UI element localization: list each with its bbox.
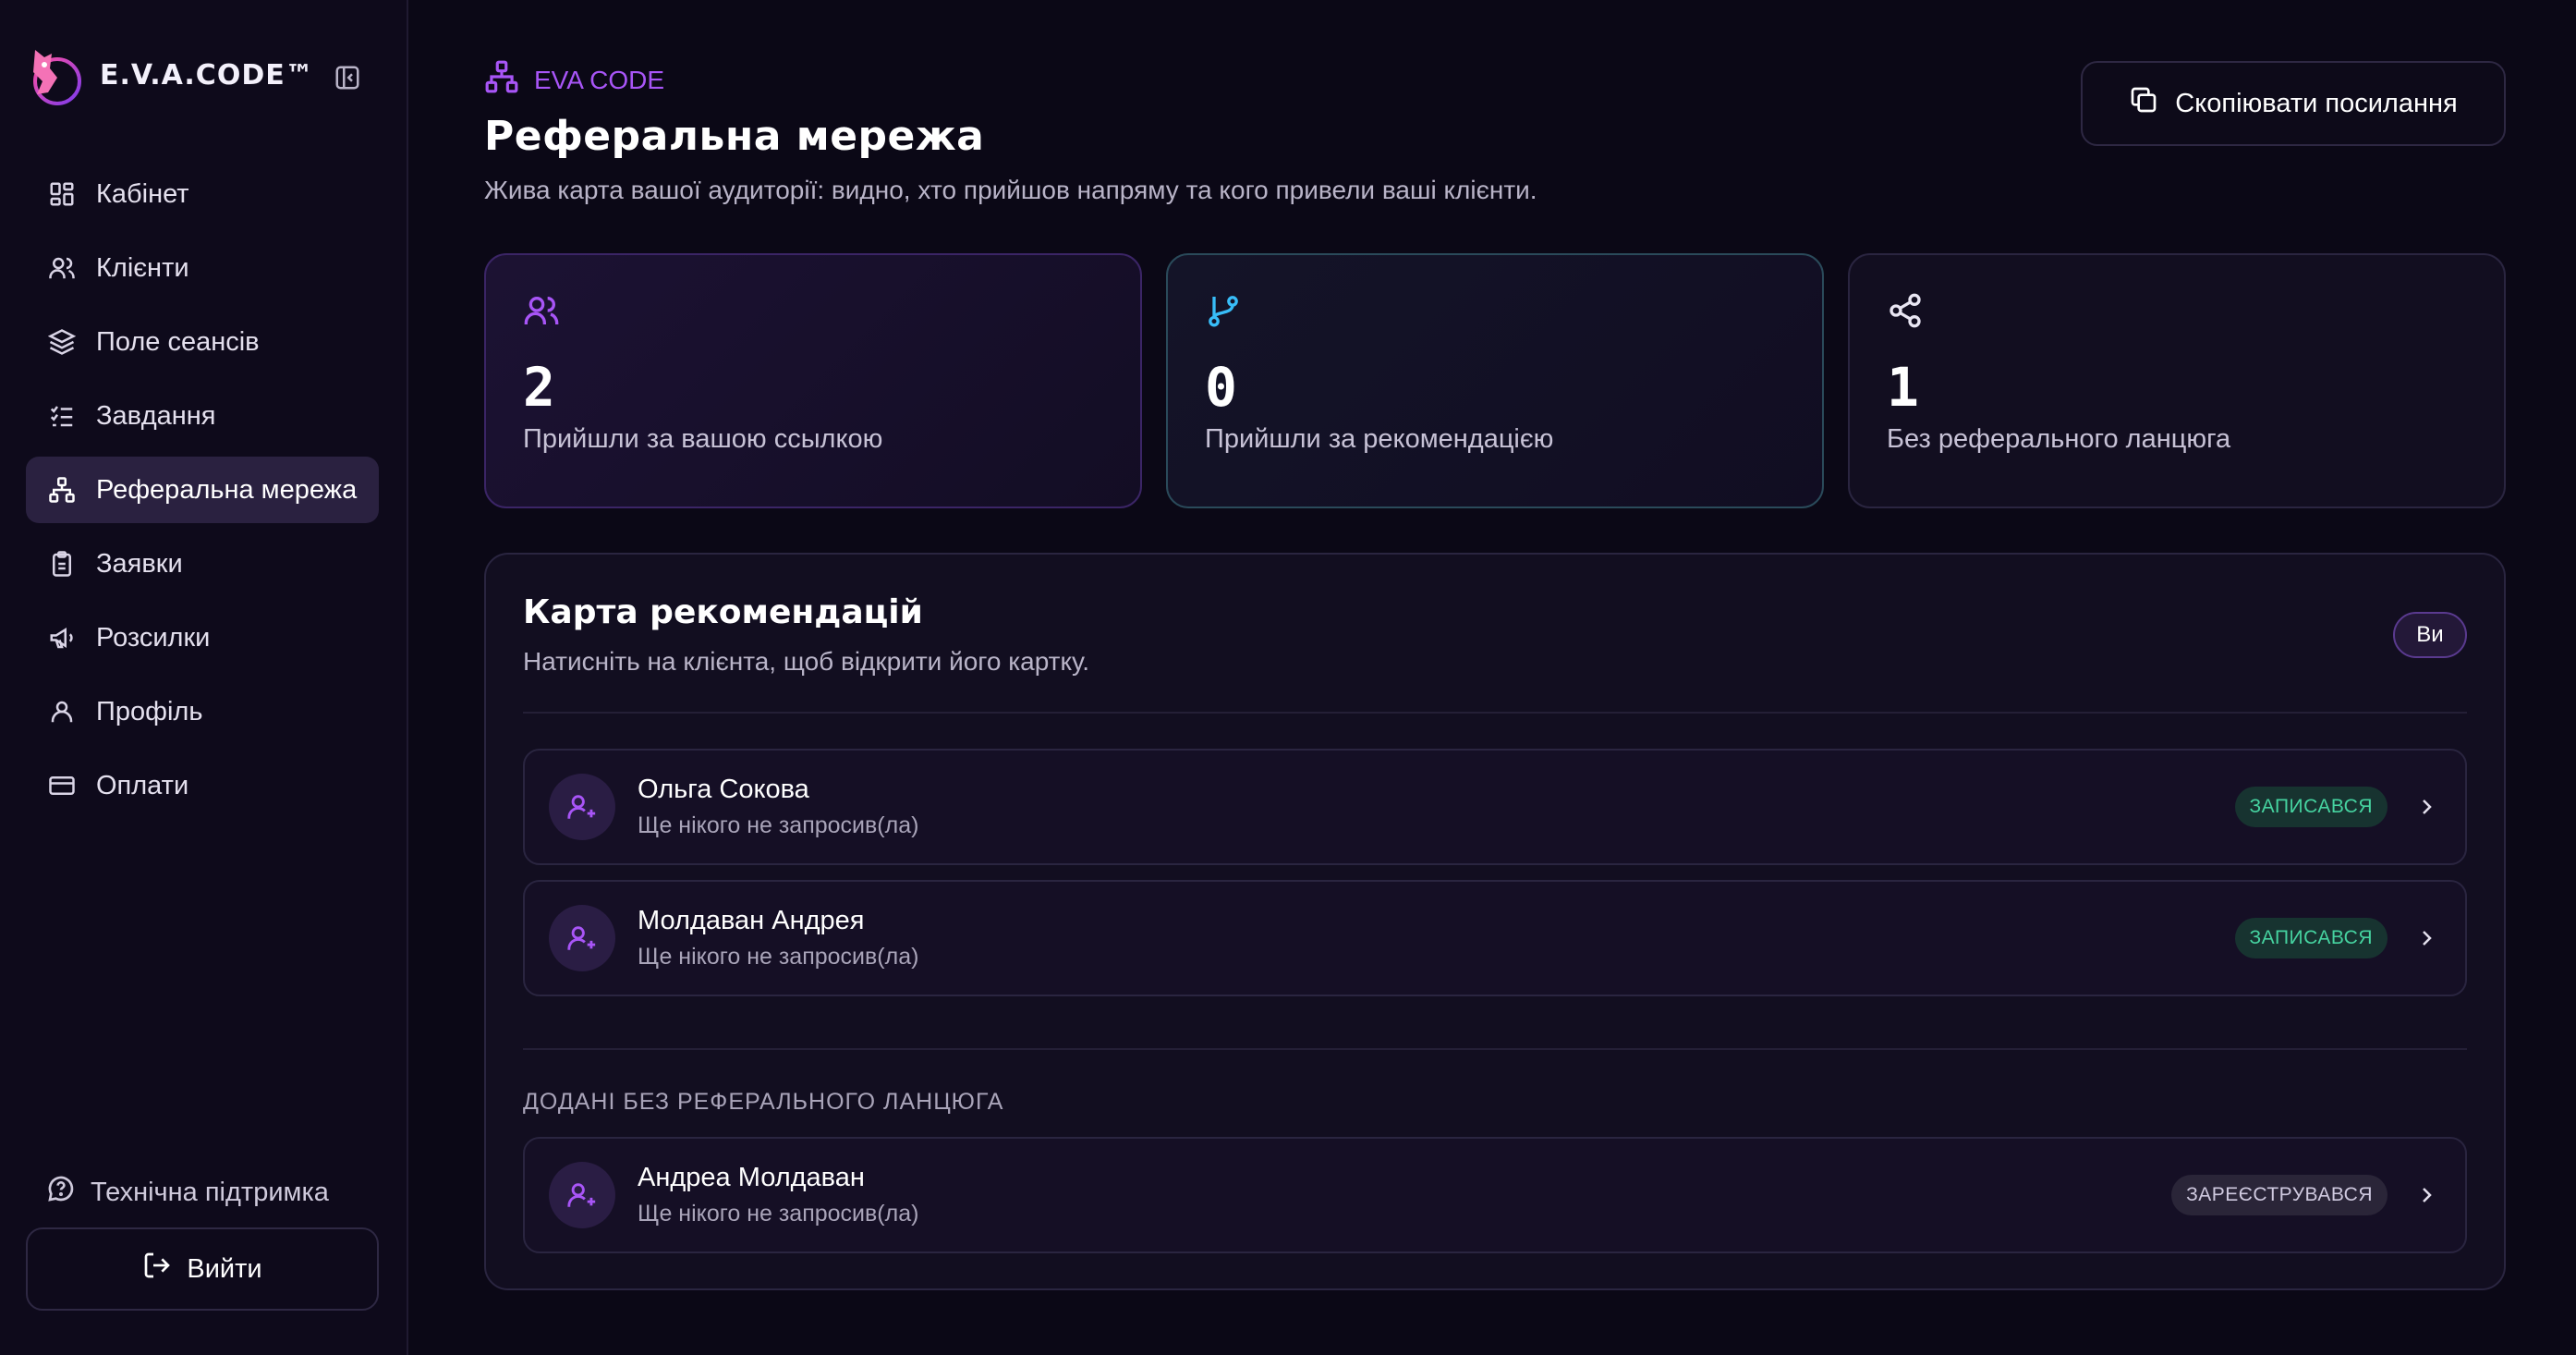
support-link[interactable]: Технічна підтримка <box>46 1174 329 1211</box>
map-title: Карта рекомендацій <box>523 593 923 631</box>
sidebar-item-referral-network[interactable]: Реферальна мережа <box>26 457 379 523</box>
logout-label: Вийти <box>187 1253 262 1284</box>
sidebar-collapse-icon <box>335 66 359 90</box>
status-badge: ЗАПИСАВСЯ <box>2234 918 2388 958</box>
client-note: Ще нікого не запросив(ла) <box>638 812 919 838</box>
logout-button[interactable]: Вийти <box>26 1227 379 1311</box>
clipboard-icon <box>46 548 78 580</box>
network-icon <box>46 474 78 506</box>
sidebar-item-label: Поле сеансів <box>96 326 260 357</box>
avatar <box>549 774 615 840</box>
credit-card-icon <box>46 770 78 801</box>
stat-value: 1 <box>1887 356 1919 419</box>
avatar <box>549 905 615 971</box>
megaphone-icon <box>46 622 78 653</box>
client-note: Ще нікого не запросив(ла) <box>638 1201 919 1227</box>
sidebar-item-clients[interactable]: Клієнти <box>26 235 379 301</box>
client-name: Молдаван Андрея <box>638 906 865 935</box>
brand-name: E.V.A.CODE™ <box>100 58 314 92</box>
sidebar-item-requests[interactable]: Заявки <box>26 531 379 597</box>
sidebar-item-label: Розсилки <box>96 622 211 653</box>
sidebar-item-label: Заявки <box>96 548 183 579</box>
sidebar-item-label: Завдання <box>96 400 216 431</box>
chevron-right-icon[interactable] <box>2413 794 2439 820</box>
no-chain-section-label: ДОДАНІ БЕЗ РЕФЕРАЛЬНОГО ЛАНЦЮГА <box>523 1089 1004 1115</box>
stat-card-recommendation: 0 Прийшли за рекомендацією <box>1166 253 1824 508</box>
user-icon <box>46 696 78 727</box>
collapse-sidebar-button[interactable] <box>331 61 364 94</box>
status-badge: ЗАПИСАВСЯ <box>2234 787 2388 827</box>
copy-link-button[interactable]: Скопіювати посилання <box>2081 61 2506 146</box>
sidebar-item-label: Оплати <box>96 770 189 800</box>
client-row[interactable]: Андреа Молдаван Ще нікого не запросив(ла… <box>523 1137 2467 1253</box>
layers-icon <box>46 326 78 358</box>
stats-cards: 2 Прийшли за вашою ссылкою 0 Прийшли за … <box>484 253 2506 508</box>
divider <box>523 1048 2467 1050</box>
users-icon <box>524 297 559 324</box>
network-icon <box>484 59 519 101</box>
stat-card-no-chain: 1 Без реферального ланцюга <box>1848 253 2506 508</box>
stat-label: Прийшли за вашою ссылкою <box>523 424 883 454</box>
stat-value: 2 <box>523 356 555 419</box>
client-name: Ольга Сокова <box>638 775 809 804</box>
logout-icon <box>142 1251 172 1288</box>
stat-value: 0 <box>1205 356 1237 419</box>
sidebar-item-cabinet[interactable]: Кабінет <box>26 161 379 227</box>
status-badge: ЗАРЕЄСТРУВАВСЯ <box>2171 1175 2388 1215</box>
sidebar-item-label: Клієнти <box>96 252 189 283</box>
sidebar-item-label: Реферальна мережа <box>96 474 358 505</box>
sidebar-item-tasks[interactable]: Завдання <box>26 383 379 449</box>
client-name: Андреа Молдаван <box>638 1163 865 1192</box>
avatar <box>549 1162 615 1228</box>
git-branch-icon <box>1209 296 1238 327</box>
client-row[interactable]: Ольга Сокова Ще нікого не запросив(ла) З… <box>523 749 2467 865</box>
client-note: Ще нікого не запросив(ла) <box>638 944 919 970</box>
brand[interactable]: E.V.A.CODE™ <box>26 41 314 109</box>
sidebar-nav: Кабінет Клієнти Поле сеансів Завдання Ре… <box>26 161 379 826</box>
sidebar-item-profile[interactable]: Профіль <box>26 678 379 745</box>
page-title: Реферальна мережа <box>484 113 985 160</box>
client-row[interactable]: Молдаван Андрея Ще нікого не запросив(ла… <box>523 880 2467 996</box>
users-icon <box>46 252 78 284</box>
referral-map: Карта рекомендацій Натисніть на клієнта,… <box>484 553 2506 1290</box>
map-subtitle: Натисніть на клієнта, щоб відкрити його … <box>523 647 1090 676</box>
checklist-icon <box>46 400 78 432</box>
sidebar-item-sessions[interactable]: Поле сеансів <box>26 309 379 375</box>
you-badge[interactable]: Ви <box>2393 612 2467 658</box>
breadcrumb-label: EVA CODE <box>534 65 665 94</box>
sidebar-item-label: Профіль <box>96 696 203 726</box>
sidebar-item-mailings[interactable]: Розсилки <box>26 604 379 671</box>
user-plus-icon <box>567 926 596 950</box>
share-icon <box>1889 293 1921 328</box>
logo-icon <box>33 50 81 105</box>
sidebar-item-label: Кабінет <box>96 178 189 209</box>
user-plus-icon <box>567 795 596 819</box>
dashboard-icon <box>46 178 78 210</box>
user-plus-icon <box>567 1183 596 1207</box>
copy-icon <box>2129 85 2158 122</box>
chevron-right-icon[interactable] <box>2413 925 2439 951</box>
breadcrumb[interactable]: EVA CODE <box>484 59 664 101</box>
page-subtitle: Жива карта вашої аудиторії: видно, хто п… <box>484 176 1537 204</box>
stat-label: Прийшли за рекомендацією <box>1205 424 1554 454</box>
divider <box>523 712 2467 714</box>
stat-card-direct: 2 Прийшли за вашою ссылкою <box>484 253 1142 508</box>
chevron-right-icon[interactable] <box>2413 1182 2439 1208</box>
help-circle-icon <box>46 1174 76 1211</box>
stat-label: Без реферального ланцюга <box>1887 424 2231 454</box>
sidebar-item-payments[interactable]: Оплати <box>26 752 379 819</box>
sidebar: E.V.A.CODE™ Кабінет Клієнти Поле сеансів… <box>0 0 408 1355</box>
support-label: Технічна підтримка <box>91 1177 329 1207</box>
copy-link-label: Скопіювати посилання <box>2175 88 2458 118</box>
